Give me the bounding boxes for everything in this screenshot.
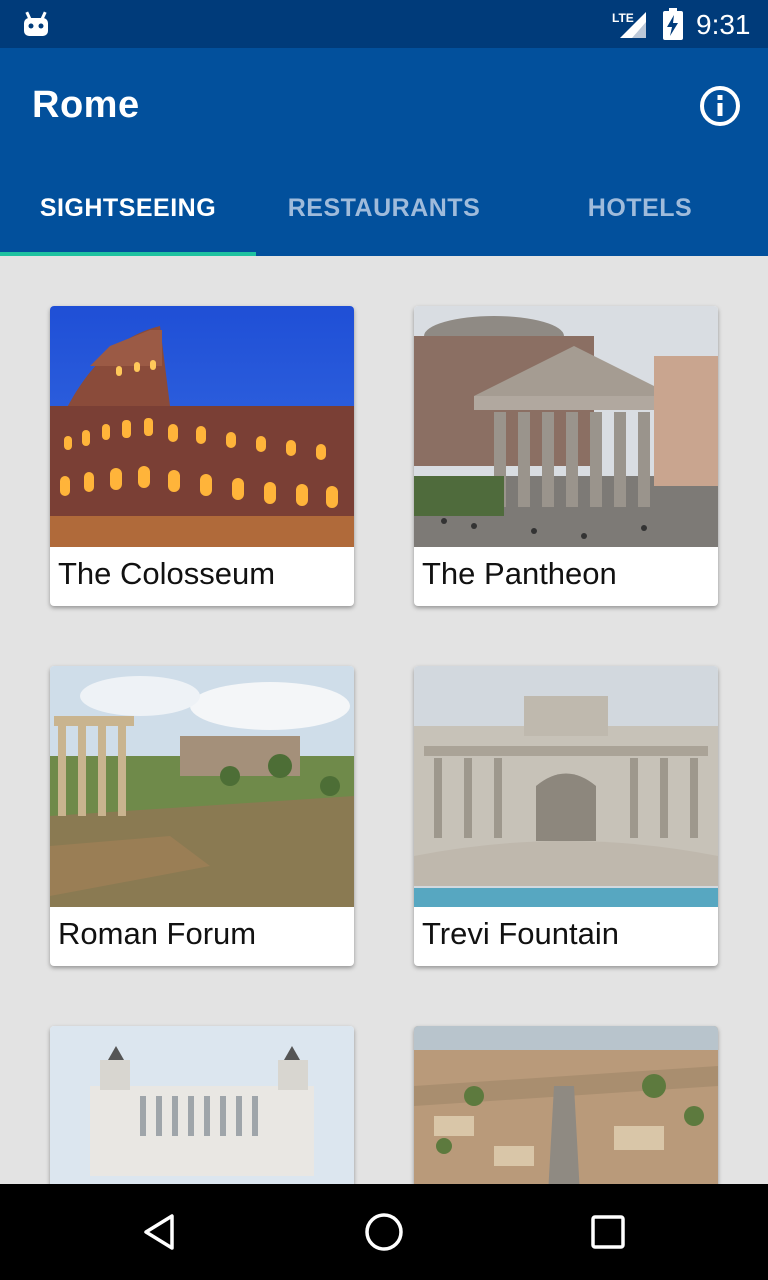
place-card[interactable]: Roman Forum [50,666,354,966]
tab-restaurants[interactable]: RESTAURANTS [256,160,512,256]
place-card[interactable]: The Pantheon [414,306,718,606]
info-icon[interactable] [696,82,744,130]
lte-signal-icon: LTE [612,11,646,38]
page-title: Rome [32,84,140,126]
navigation-bar [0,1184,768,1280]
tab-hotels[interactable]: HOTELS [512,160,768,256]
place-name: Roman Forum [58,916,257,951]
place-card[interactable]: Trevi Fountain [414,666,718,966]
place-card[interactable] [50,1026,354,1184]
place-name: The Pantheon [422,556,617,591]
tab-bar: SIGHTSEEING RESTAURANTS HOTELS [0,160,768,256]
app-bar: Rome SIGHTSEEING RESTAURANTS HOTELS [0,48,768,256]
rome-aerial-photo [414,1026,718,1184]
place-card[interactable] [414,1026,718,1184]
roman-forum-photo [50,666,354,907]
vittoriano-photo [50,1026,354,1184]
place-card[interactable]: The Colosseum [50,306,354,606]
places-grid: The Colosseum The Pantheon Roman Forum T… [0,256,768,1184]
home-icon[interactable] [360,1208,408,1256]
recents-icon[interactable] [584,1208,632,1256]
status-bar: LTE 9:31 [0,0,768,48]
battery-charging-icon [663,8,683,40]
trevi-fountain-photo [414,666,718,907]
pantheon-photo [414,306,718,547]
back-icon[interactable] [136,1208,184,1256]
colosseum-photo [50,306,354,547]
tab-sightseeing[interactable]: SIGHTSEEING [0,160,256,256]
place-name: The Colosseum [58,556,276,591]
android-robot-icon [24,11,48,36]
network-label: LTE [612,11,634,25]
clock: 9:31 [696,9,751,40]
place-name: Trevi Fountain [422,916,619,951]
